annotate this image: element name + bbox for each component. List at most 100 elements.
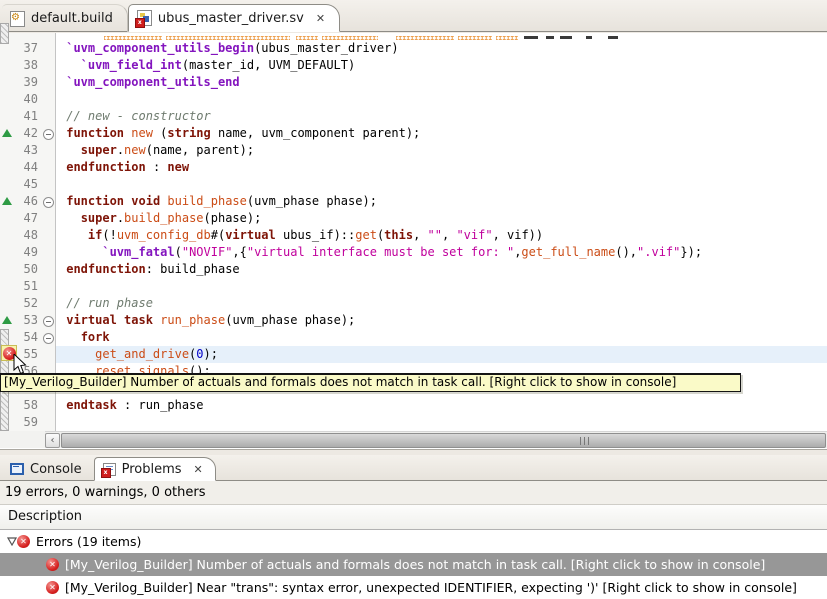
error-overlay-icon: x	[135, 18, 145, 28]
code-line[interactable]: endtask : run_phase	[56, 397, 827, 414]
code-token	[59, 211, 81, 225]
code-token: virtual	[225, 228, 276, 242]
code-token: ""	[428, 228, 442, 242]
code-token: get_and_drive	[95, 347, 189, 361]
description-column-header[interactable]: Description	[0, 505, 827, 530]
build-file-icon: ⚙	[10, 11, 25, 27]
code-line[interactable]: `uvm_fatal("NOVIF",{"virtual interface m…	[56, 244, 827, 261]
line-number[interactable]: 58	[10, 397, 38, 414]
line-number[interactable]: 48	[10, 227, 38, 244]
line-number[interactable]: 37	[10, 40, 38, 57]
code-line[interactable]: if(!uvm_config_db#(virtual ubus_if)::get…	[56, 227, 827, 244]
code-token: `uvm_fatal	[102, 245, 174, 259]
problems-group-errors[interactable]: ✕Errors (19 items)	[0, 530, 827, 553]
scrollbar-corner	[0, 431, 45, 448]
line-number[interactable]: 54	[10, 329, 38, 346]
line-number[interactable]: 38	[10, 57, 38, 74]
code-line[interactable]	[56, 414, 827, 431]
code-line[interactable]: function void build_phase(uvm_phase phas…	[56, 193, 827, 210]
line-number[interactable]: 49	[10, 244, 38, 261]
line-number[interactable]: 53	[10, 312, 38, 329]
problem-row[interactable]: ✕[My_Verilog_Builder] Near "trans": synt…	[0, 576, 827, 599]
fold-collapse-icon[interactable]	[43, 333, 54, 344]
code-token: :	[146, 160, 168, 174]
code-token: fork	[81, 330, 110, 344]
line-number[interactable]: 44	[10, 159, 38, 176]
code-line[interactable]	[56, 278, 827, 295]
close-icon[interactable]: ✕	[194, 463, 203, 476]
code-token: `uvm_field_int	[81, 58, 182, 72]
code-line[interactable]	[56, 176, 827, 193]
code-line[interactable]: function new (string name, uvm_component…	[56, 125, 827, 142]
code-token: // new - constructor	[66, 109, 211, 123]
code-token: (uvm_phase phase);	[225, 313, 355, 327]
code-token: (	[175, 245, 182, 259]
error-overlay-icon: x	[101, 468, 111, 478]
code-line[interactable]: super.new(name, parent);	[56, 142, 827, 159]
problem-row[interactable]: ✕[My_Verilog_Builder] Number of actuals …	[0, 553, 827, 576]
code-token: (name, parent);	[146, 143, 254, 157]
code-line[interactable]: endfunction: build_phase	[56, 261, 827, 278]
code-line[interactable]: `uvm_component_utils_begin(ubus_master_d…	[56, 40, 827, 57]
fold-collapse-icon[interactable]	[43, 316, 54, 327]
error-icon: ✕	[46, 558, 59, 571]
tab-label: Problems	[122, 462, 182, 477]
code-token: string	[167, 126, 210, 140]
code-token: endtask	[66, 398, 117, 412]
code-token	[59, 143, 81, 157]
scroll-left-button[interactable]: ‹	[45, 433, 60, 448]
code-token: "vif"	[456, 228, 492, 242]
fold-collapse-icon[interactable]	[43, 129, 54, 140]
line-number[interactable]: 41	[10, 108, 38, 125]
code-token: `uvm_component_utils_end	[66, 75, 239, 89]
clipped-text-fragment	[586, 36, 592, 39]
code-token: uvm_config_db	[117, 228, 211, 242]
code-token: "virtual interface must be set for: "	[247, 245, 514, 259]
code-line[interactable]: `uvm_component_utils_end	[56, 74, 827, 91]
override-indicator-icon	[2, 129, 12, 137]
line-number[interactable]: 46	[10, 193, 38, 210]
code-token: (uvm_phase phase);	[247, 194, 377, 208]
code-line[interactable]: // run phase	[56, 295, 827, 312]
horizontal-scrollbar[interactable]: ‹	[45, 431, 827, 448]
code-token: ".vif"	[637, 245, 680, 259]
tab-ubus-master-driver[interactable]: x ubus_master_driver.sv ✕	[128, 4, 340, 32]
tab-console[interactable]: Console	[2, 457, 94, 481]
tab-problems[interactable]: x Problems ✕	[94, 457, 216, 481]
code-line[interactable]	[56, 91, 827, 108]
line-number[interactable]: 59	[10, 414, 38, 431]
code-token: (),	[615, 245, 637, 259]
code-token	[59, 58, 81, 72]
line-number[interactable]: 51	[10, 278, 38, 295]
override-indicator-icon	[2, 316, 12, 324]
code-line[interactable]: fork	[56, 329, 827, 346]
line-number[interactable]: 50	[10, 261, 38, 278]
line-number[interactable]: 47	[10, 210, 38, 227]
expand-triangle-icon[interactable]	[7, 537, 17, 546]
code-token: if	[88, 228, 102, 242]
code-token: name, uvm_component parent);	[211, 126, 421, 140]
code-line[interactable]: // new - constructor	[56, 108, 827, 125]
code-line[interactable]: super.build_phase(phase);	[56, 210, 827, 227]
code-line[interactable]: virtual task run_phase(uvm_phase phase);	[56, 312, 827, 329]
code-line[interactable]: `uvm_field_int(master_id, UVM_DEFAULT)	[56, 57, 827, 74]
line-number[interactable]: 52	[10, 295, 38, 312]
code-token: (	[153, 126, 167, 140]
code-token: ubus_if)::	[276, 228, 355, 242]
code-line[interactable]: get_and_drive(0);	[56, 346, 827, 363]
code-token: .	[117, 143, 124, 157]
tab-default-build[interactable]: ⚙ default.build	[2, 4, 128, 32]
close-icon[interactable]: ✕	[316, 12, 325, 25]
clipped-text-fragment	[524, 36, 538, 39]
eclipse-window: ⚙ default.build x ubus_master_driver.sv …	[0, 0, 827, 599]
line-number[interactable]: 43	[10, 142, 38, 159]
code-line[interactable]: endfunction : new	[56, 159, 827, 176]
fold-collapse-icon[interactable]	[43, 197, 54, 208]
line-number[interactable]: 40	[10, 91, 38, 108]
line-number[interactable]: 42	[10, 125, 38, 142]
line-number[interactable]: 39	[10, 74, 38, 91]
scrollbar-thumb[interactable]	[61, 433, 826, 448]
problems-summary: 19 errors, 0 warnings, 0 others	[0, 481, 827, 505]
line-number[interactable]: 45	[10, 176, 38, 193]
tab-label: Console	[30, 462, 82, 477]
